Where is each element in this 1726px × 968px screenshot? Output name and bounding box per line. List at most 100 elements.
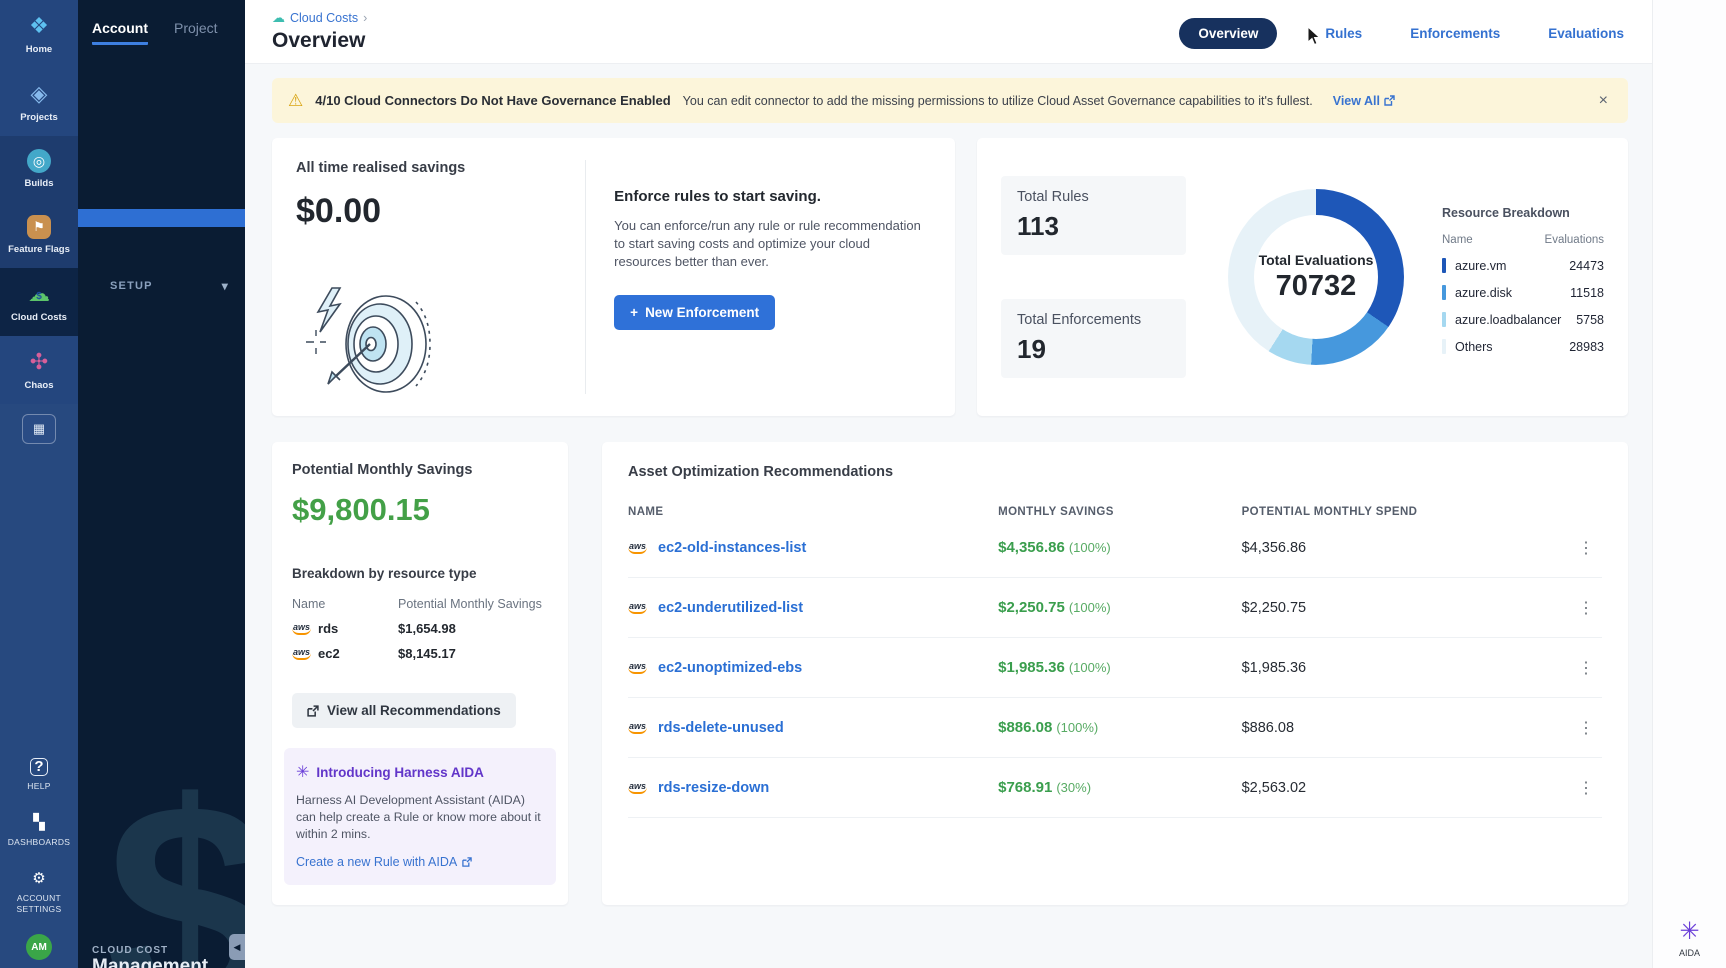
sidebar-item-commitments[interactable] [78,155,245,173]
rule-link-ec2-unoptimized-ebs[interactable]: ec2-unoptimized-ebs [658,660,802,676]
module-name-large: Management [92,956,208,968]
sidebar-item-recommendations[interactable] [78,137,245,155]
monthly-spend-cell: $2,563.02 [1242,780,1505,796]
mouse-cursor [1307,26,1322,46]
rail-item-account-settings[interactable]: ⚙ ACCOUNT SETTINGS [6,859,73,926]
resource-type: ec2 [318,646,340,661]
new-enforcement-button[interactable]: + New Enforcement [614,295,775,330]
savings-value: $0.00 [296,192,561,231]
sidebar-item-anomalies[interactable] [78,119,245,137]
aws-icon: aws [292,647,311,660]
col-name: Name [1442,234,1473,246]
tab-evaluations[interactable]: Evaluations [1548,26,1624,41]
view-all-link[interactable]: View All [1333,94,1395,108]
tab-enforcements[interactable]: Enforcements [1410,26,1500,41]
kebab-menu-icon[interactable]: ⋮ [1570,656,1602,681]
account-settings-icon: ⚙ [32,870,45,888]
monthly-savings-cell: $2,250.75(100%) [998,599,1242,617]
evaluations-donut-chart: Total Evaluations 70732 [1228,189,1404,365]
kebab-menu-icon[interactable]: ⋮ [1570,776,1602,801]
rail-item-label: Feature Flags [8,244,70,255]
rail-item-label: Home [26,44,52,55]
total-enforcements-tile: Total Enforcements 19 [1001,299,1186,378]
projects-icon: ◈ [31,81,48,107]
apps-row: ▦ [0,404,78,450]
help-icon: ? [30,758,48,776]
scope-tab-account[interactable]: Account [92,20,148,45]
recommendations-card: Asset Optimization Recommendations NAME … [602,442,1628,905]
rail-item-cloud-costs[interactable]: ☁$ Cloud Costs [0,268,78,336]
resource-evaluations: 28983 [1569,340,1604,354]
rule-link-rds-delete-unused[interactable]: rds-delete-unused [658,720,784,736]
rail-item-label: Builds [24,178,53,189]
rail-item-label: Chaos [24,380,53,391]
breadcrumb-link[interactable]: Cloud Costs [290,11,358,25]
aida-flower-icon: ✳ [1679,917,1699,946]
table-row: aws ec2-underutilized-list $2,250.75(100… [628,578,1602,638]
new-enforcement-label: New Enforcement [645,305,759,320]
recommendations-rows: aws ec2-old-instances-list $4,356.86(100… [628,518,1602,818]
kebab-menu-icon[interactable]: ⋮ [1570,596,1602,621]
tab-overview[interactable]: Overview [1179,18,1277,49]
create-rule-with-aida-link[interactable]: Create a new Rule with AIDA [296,855,472,869]
user-avatar[interactable]: AM [26,934,52,960]
rail-item-home[interactable]: ❖ Home [0,0,78,68]
feature-flags-icon: ⚑ [27,215,51,239]
aws-icon: aws [628,661,647,674]
rail-item-feature-flags[interactable]: ⚑ Feature Flags [0,202,78,268]
sidebar-item-autostopping-rules[interactable] [78,173,245,191]
sidebar-item-bi-dashboards[interactable] [78,191,245,209]
legend-swatch [1442,339,1446,354]
content-area: ⚠ 4/10 Cloud Connectors Do Not Have Gove… [245,64,1652,968]
donut-center: Total Evaluations 70732 [1254,215,1378,339]
rail-item-label: HELP [27,781,50,792]
rail-modules: ❖ Home ◈ Projects ◎ Builds ⚑ Feature Fla… [0,0,78,404]
kebab-menu-icon[interactable]: ⋮ [1570,536,1602,561]
savings-percent: (30%) [1056,780,1091,795]
sidebar-item-perspectives[interactable] [78,83,245,101]
page-header: ☁ Cloud Costs › Overview OverviewRulesEn… [245,0,1652,64]
rail-bottom: ? HELP ▚ DASHBOARDS ⚙ ACCOUNT SETTINGS A… [0,747,78,968]
legend-swatch [1442,312,1446,327]
scope-tab-project[interactable]: Project [174,20,218,42]
setup-section-toggle[interactable]: SETUP ▾ [78,271,245,301]
resource-breakdown-row: azure.loadbalancer 5758 [1442,312,1604,327]
rail-item-projects[interactable]: ◈ Projects [0,68,78,136]
view-all-recommendations-button[interactable]: View all Recommendations [292,693,516,728]
dollar-watermark: $ [106,758,245,968]
apps-grid-button[interactable]: ▦ [22,414,56,444]
total-rules-label: Total Rules [1017,189,1170,205]
monthly-spend-cell: $886.08 [1242,720,1505,736]
warning-icon: ⚠ [288,91,303,111]
resource-name: azure.disk [1455,286,1570,300]
cloud-costs-icon: ☁$ [28,281,50,307]
sidebar-item-cluster-orchestrator[interactable] [78,227,245,245]
recommendations-header: NAME MONTHLY SAVINGS POTENTIAL MONTHLY S… [628,506,1602,518]
aida-fab-label: AIDA [1679,948,1700,958]
total-rules-tile: Total Rules 113 [1001,176,1186,255]
close-icon[interactable]: × [1595,90,1612,112]
rule-link-ec2-underutilized-list[interactable]: ec2-underutilized-list [658,600,803,616]
tab-rules[interactable]: Rules [1325,26,1362,41]
aws-icon: aws [292,622,311,635]
sidebar-item-budgets[interactable] [78,101,245,119]
realised-savings-card: All time realised savings $0.00 [272,138,955,416]
banner-body: You can edit connector to add the missin… [683,94,1313,108]
rule-link-ec2-old-instances-list[interactable]: ec2-old-instances-list [658,540,806,556]
apps-grid-icon: ▦ [33,421,45,437]
table-row: aws rds-delete-unused $886.08(100%) $886… [628,698,1602,758]
sidebar-collapse-button[interactable]: ◀ [229,934,245,960]
sidebar-item-overview[interactable] [78,65,245,83]
rule-name-cell: aws rds-delete-unused [628,720,998,736]
rail-item-help[interactable]: ? HELP [6,747,73,803]
rule-link-rds-resize-down[interactable]: rds-resize-down [658,780,769,796]
rail-item-builds[interactable]: ◎ Builds [0,136,78,202]
kebab-menu-icon[interactable]: ⋮ [1570,716,1602,741]
resource-evaluations: 5758 [1576,313,1604,327]
rail-item-chaos[interactable]: ✣ Chaos [0,336,78,404]
sidebar-item-asset-governance[interactable] [78,209,245,227]
rail-item-dashboards[interactable]: ▚ DASHBOARDS [6,803,73,859]
aida-fab-button[interactable]: ✳ AIDA [1679,917,1700,958]
chevron-left-icon: ◀ [234,942,241,953]
home-icon: ❖ [29,13,49,39]
